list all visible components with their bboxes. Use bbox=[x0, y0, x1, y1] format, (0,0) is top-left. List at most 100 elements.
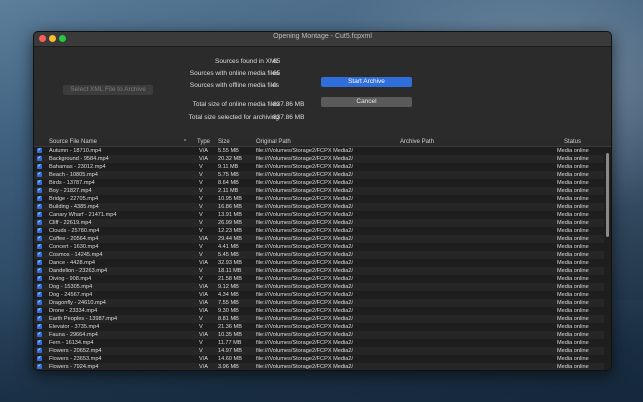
cell-original-path: file:///Volumes/Storage2/FCPX Media2/ bbox=[256, 364, 354, 370]
cell-status: Media online bbox=[557, 348, 589, 354]
row-checkbox[interactable]: ✓ bbox=[37, 332, 42, 337]
table-row[interactable]: ✓ Building - 4385.mp4 V 16.86 MB file:///Vol… bbox=[34, 203, 604, 211]
row-checkbox[interactable]: ✓ bbox=[37, 340, 42, 345]
cell-status: Media online bbox=[557, 180, 589, 186]
cell-status: Media online bbox=[557, 220, 589, 226]
cell-original-path: file:///Volumes/Storage2/FCPX Media2/ bbox=[256, 356, 354, 362]
table-row[interactable]: ✓ Beach - 10805.mp4 V 5.75 MB file:///Volume… bbox=[34, 171, 604, 179]
row-checkbox[interactable]: ✓ bbox=[37, 268, 42, 273]
table-row[interactable]: ✓ Drone - 23334.mp4 V/A 9.30 MB file:///Volu… bbox=[34, 307, 604, 315]
column-header-original-path[interactable]: Original Path bbox=[256, 138, 291, 146]
row-checkbox[interactable]: ✓ bbox=[37, 252, 42, 257]
row-checkbox[interactable]: ✓ bbox=[37, 276, 42, 281]
start-archive-button[interactable]: Start Archive bbox=[321, 77, 412, 87]
row-checkbox[interactable]: ✓ bbox=[37, 180, 42, 185]
table-row[interactable]: ✓ Coffee - 20564.mp4 V/A 29.44 MB file:///Vo… bbox=[34, 235, 604, 243]
row-checkbox[interactable]: ✓ bbox=[37, 148, 42, 153]
cell-type: V bbox=[199, 316, 203, 322]
cell-original-path: file:///Volumes/Storage2/FCPX Media2/ bbox=[256, 276, 354, 282]
cell-original-path: file:///Volumes/Storage2/FCPX Media2/ bbox=[256, 308, 354, 314]
cell-type: V bbox=[199, 276, 203, 282]
table-row[interactable]: ✓ Elevator - 3735.mp4 V 21.36 MB file:///Vol… bbox=[34, 323, 604, 331]
row-checkbox[interactable]: ✓ bbox=[37, 188, 42, 193]
table-row[interactable]: ✓ Flowers - 20652.mp4 V 14.97 MB file:///Vol… bbox=[34, 347, 604, 355]
row-checkbox[interactable]: ✓ bbox=[37, 356, 42, 361]
cell-status: Media online bbox=[557, 356, 589, 362]
cell-size: 7.55 MB bbox=[218, 300, 239, 306]
table-row[interactable]: ✓ Concert - 1630.mp4 V 4.41 MB file:///Volum… bbox=[34, 243, 604, 251]
cell-size: 5.75 MB bbox=[218, 172, 239, 178]
table-row[interactable]: ✓ Background - 9584.mp4 V/A 20.32 MB file://… bbox=[34, 155, 604, 163]
cell-size: 9.12 MB bbox=[218, 284, 239, 290]
sources-table: Source File Name ^ Type Size Original Pa… bbox=[34, 138, 611, 370]
cell-name: Flowers - 20652.mp4 bbox=[49, 348, 102, 354]
row-checkbox[interactable]: ✓ bbox=[37, 244, 42, 249]
cell-status: Media online bbox=[557, 164, 589, 170]
cell-type: V bbox=[199, 340, 203, 346]
column-header-status[interactable]: Status bbox=[564, 138, 581, 146]
table-row[interactable]: ✓ Dragonfly - 24610.mp4 V/A 7.55 MB file:///… bbox=[34, 299, 604, 307]
cell-size: 12.23 MB bbox=[218, 228, 242, 234]
title-bar: Opening Montage - Cut5.fcpxml bbox=[34, 32, 611, 47]
table-row[interactable]: ✓ Flowers - 7924.mp4 V/A 3.96 MB file:///Vol… bbox=[34, 363, 604, 370]
column-header-archive-path[interactable]: Archive Path bbox=[400, 138, 434, 146]
table-row[interactable]: ✓ Flowers - 23653.mp4 V/A 14.60 MB file:///V… bbox=[34, 355, 604, 363]
cell-status: Media online bbox=[557, 324, 589, 330]
row-checkbox[interactable]: ✓ bbox=[37, 164, 42, 169]
cell-status: Media online bbox=[557, 284, 589, 290]
table-row[interactable]: ✓ Cosmos - 14245.mp4 V 5.45 MB file:///Volum… bbox=[34, 251, 604, 259]
cell-original-path: file:///Volumes/Storage2/FCPX Media2/ bbox=[256, 300, 354, 306]
cell-name: Cosmos - 14245.mp4 bbox=[49, 252, 103, 258]
table-row[interactable]: ✓ Cliff - 22619.mp4 V 26.99 MB file:///Volum… bbox=[34, 219, 604, 227]
table-row[interactable]: ✓ Dog - 24567.mp4 V/A 4.34 MB file:///Volume… bbox=[34, 291, 604, 299]
cell-original-path: file:///Volumes/Storage2/FCPX Media2/ bbox=[256, 196, 354, 202]
row-checkbox[interactable]: ✓ bbox=[37, 212, 42, 217]
row-checkbox[interactable]: ✓ bbox=[37, 204, 42, 209]
cell-size: 16.86 MB bbox=[218, 204, 242, 210]
row-checkbox[interactable]: ✓ bbox=[37, 228, 42, 233]
row-checkbox[interactable]: ✓ bbox=[37, 172, 42, 177]
table-row[interactable]: ✓ Dance - 4428.mp4 V/A 32.93 MB file:///Volu… bbox=[34, 259, 604, 267]
cell-size: 20.32 MB bbox=[218, 156, 242, 162]
cancel-button[interactable]: Cancel bbox=[321, 97, 412, 107]
table-row[interactable]: ✓ Earth Peoples - 13987.mp4 V 8.81 MB file:/… bbox=[34, 315, 604, 323]
row-checkbox[interactable]: ✓ bbox=[37, 220, 42, 225]
table-row[interactable]: ✓ Autumn - 18710.mp4 V/A 5.55 MB file:///Vol… bbox=[34, 147, 604, 155]
vertical-scrollbar[interactable] bbox=[604, 147, 611, 370]
table-row[interactable]: ✓ Canary Wharf - 21471.mp4 V 13.91 MB file:/… bbox=[34, 211, 604, 219]
cell-original-path: file:///Volumes/Storage2/FCPX Media2/ bbox=[256, 284, 354, 290]
row-checkbox[interactable]: ✓ bbox=[37, 292, 42, 297]
row-checkbox[interactable]: ✓ bbox=[37, 308, 42, 313]
table-row[interactable]: ✓ Bridge - 22705.mp4 V 10.95 MB file:///Volu… bbox=[34, 195, 604, 203]
column-header-size[interactable]: Size bbox=[218, 138, 230, 146]
column-header-type[interactable]: Type bbox=[197, 138, 210, 146]
row-checkbox[interactable]: ✓ bbox=[37, 260, 42, 265]
row-checkbox[interactable]: ✓ bbox=[37, 316, 42, 321]
scrollbar-thumb[interactable] bbox=[606, 153, 609, 237]
cell-size: 21.36 MB bbox=[218, 324, 242, 330]
table-row[interactable]: ✓ Boy - 21827.mp4 V 2.11 MB file:///Volumes/… bbox=[34, 187, 604, 195]
table-row[interactable]: ✓ Dog - 15305.mp4 V/A 9.12 MB file:///Volume… bbox=[34, 283, 604, 291]
table-row[interactable]: ✓ Clouds - 25780.mp4 V 12.23 MB file:///Volu… bbox=[34, 227, 604, 235]
cell-type: V bbox=[199, 324, 203, 330]
table-row[interactable]: ✓ Bahamas - 23012.mp4 V 9.11 MB file:///Volu… bbox=[34, 163, 604, 171]
row-checkbox[interactable]: ✓ bbox=[37, 300, 42, 305]
row-checkbox[interactable]: ✓ bbox=[37, 324, 42, 329]
cell-original-path: file:///Volumes/Storage2/FCPX Media2/ bbox=[256, 252, 354, 258]
column-header-name[interactable]: Source File Name bbox=[49, 138, 97, 146]
cell-original-path: file:///Volumes/Storage2/FCPX Media2/ bbox=[256, 220, 354, 226]
cell-size: 11.77 MB bbox=[218, 340, 242, 346]
table-row[interactable]: ✓ Birds - 13787.mp4 V 8.64 MB file:///Volume… bbox=[34, 179, 604, 187]
cell-size: 8.81 MB bbox=[218, 316, 239, 322]
table-row[interactable]: ✓ Diving - 908.mp4 V 21.58 MB file:///Volume… bbox=[34, 275, 604, 283]
table-row[interactable]: ✓ Dandelion - 23263.mp4 V 18.11 MB file:///V… bbox=[34, 267, 604, 275]
row-checkbox[interactable]: ✓ bbox=[37, 348, 42, 353]
row-checkbox[interactable]: ✓ bbox=[37, 156, 42, 161]
row-checkbox[interactable]: ✓ bbox=[37, 196, 42, 201]
row-checkbox[interactable]: ✓ bbox=[37, 284, 42, 289]
row-checkbox[interactable]: ✓ bbox=[37, 364, 42, 369]
table-row[interactable]: ✓ Fauna - 29664.mp4 V/A 10.35 MB file:///Vol… bbox=[34, 331, 604, 339]
table-row[interactable]: ✓ Fern - 16134.mp4 V 11.77 MB file:///Volume… bbox=[34, 339, 604, 347]
row-checkbox[interactable]: ✓ bbox=[37, 236, 42, 241]
cell-type: V bbox=[199, 268, 203, 274]
